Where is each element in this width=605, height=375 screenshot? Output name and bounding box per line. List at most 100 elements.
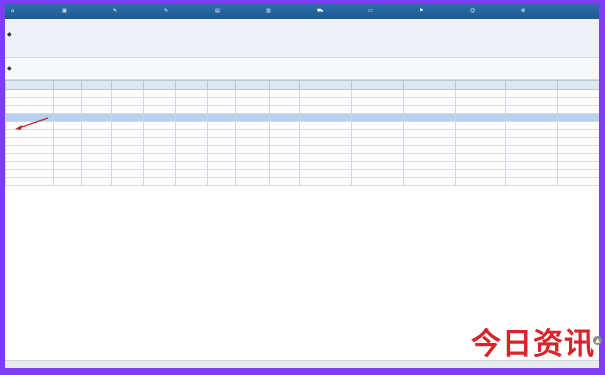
table-cell [207,145,236,154]
column-header[interactable] [269,80,300,90]
table-cell [207,137,236,146]
toolbar-marker-icon: ◆ [7,65,12,72]
nav-item[interactable]: ▤ [215,4,266,19]
column-header[interactable] [455,80,506,90]
table-cell [351,177,404,186]
nav-item[interactable]: ⌂ [11,4,62,19]
table-row[interactable] [5,169,599,178]
table-row[interactable] [5,105,599,114]
column-header[interactable] [557,80,599,90]
table-cell [81,129,112,138]
nav-item[interactable]: ▭ [368,4,419,19]
table-cell [403,129,456,138]
table-cell [351,105,404,114]
nav-item[interactable]: ✎ [164,4,215,19]
table-cell [455,169,506,178]
table-cell [53,89,82,98]
table-cell [351,161,404,170]
table-cell [557,113,599,122]
table-cell [53,161,82,170]
table-cell [269,121,300,130]
nav-item[interactable]: ☺ [470,4,521,19]
table-cell [235,97,270,106]
table-cell [505,105,558,114]
nav-item[interactable]: ▥ [266,4,317,19]
table-cell [111,153,144,162]
nav-item[interactable]: ⚙ [521,4,572,19]
table-cell [207,97,236,106]
column-header[interactable] [299,80,352,90]
table-row[interactable] [5,121,599,130]
table-cell [299,97,352,106]
panel-marker-icon: ◆ [7,31,12,38]
table-cell [455,129,506,138]
settings-icon: ⚙ [521,8,526,14]
table-row[interactable] [5,97,599,106]
table-cell [81,153,112,162]
table-row[interactable] [5,145,599,154]
table-row[interactable] [5,137,599,146]
table-cell [81,177,112,186]
table-cell [143,145,176,154]
column-header[interactable] [351,80,404,90]
table-cell [505,97,558,106]
table-cell [505,177,558,186]
table-cell [5,177,54,186]
column-header[interactable] [5,80,54,90]
column-header[interactable] [175,80,208,90]
table-cell [235,161,270,170]
table-cell [111,161,144,170]
table-cell [143,161,176,170]
table-row[interactable] [5,161,599,170]
table-cell [455,97,506,106]
table-cell [175,105,208,114]
table-cell [235,153,270,162]
column-header[interactable] [111,80,144,90]
column-header[interactable] [403,80,456,90]
table-cell [557,137,599,146]
nav-item[interactable]: ⚑ [419,4,470,19]
table-cell [143,105,176,114]
table-cell [143,137,176,146]
table-cell [299,169,352,178]
nav-item[interactable]: ✎ [113,4,164,19]
table-cell [269,137,300,146]
table-cell [403,169,456,178]
table-cell [111,97,144,106]
document-icon: ▤ [215,8,220,14]
table-cell [351,137,404,146]
table-cell [269,145,300,154]
table-cell [403,105,456,114]
column-header[interactable] [143,80,176,90]
table-row[interactable] [5,153,599,162]
folder-icon: ▭ [368,8,373,14]
app-window: ⌂ ▦ ✎ ✎ ▤ ▥ ⛟ ▭ ⚑ ☺ ⚙ ◆ ◆ [5,4,599,368]
table-row[interactable] [5,129,599,138]
table-cell [81,169,112,178]
table-cell [207,105,236,114]
data-grid [5,80,599,186]
column-header[interactable] [505,80,558,90]
table-cell [505,161,558,170]
table-cell [299,89,352,98]
column-header[interactable] [53,80,82,90]
table-cell [403,121,456,130]
column-header[interactable] [207,80,236,90]
table-cell [403,153,456,162]
column-header[interactable] [81,80,112,90]
table-cell [505,169,558,178]
table-row[interactable] [5,177,599,186]
table-cell [505,137,558,146]
table-cell [207,121,236,130]
nav-item[interactable]: ▦ [62,4,113,19]
table-row-selected[interactable] [5,113,599,122]
table-cell [111,105,144,114]
table-cell [53,129,82,138]
table-cell [235,121,270,130]
column-header[interactable] [235,80,270,90]
nav-item[interactable]: ⛟ [317,4,368,19]
table-cell [235,169,270,178]
table-row[interactable] [5,89,599,98]
table-cell [403,89,456,98]
table-cell [53,121,82,130]
